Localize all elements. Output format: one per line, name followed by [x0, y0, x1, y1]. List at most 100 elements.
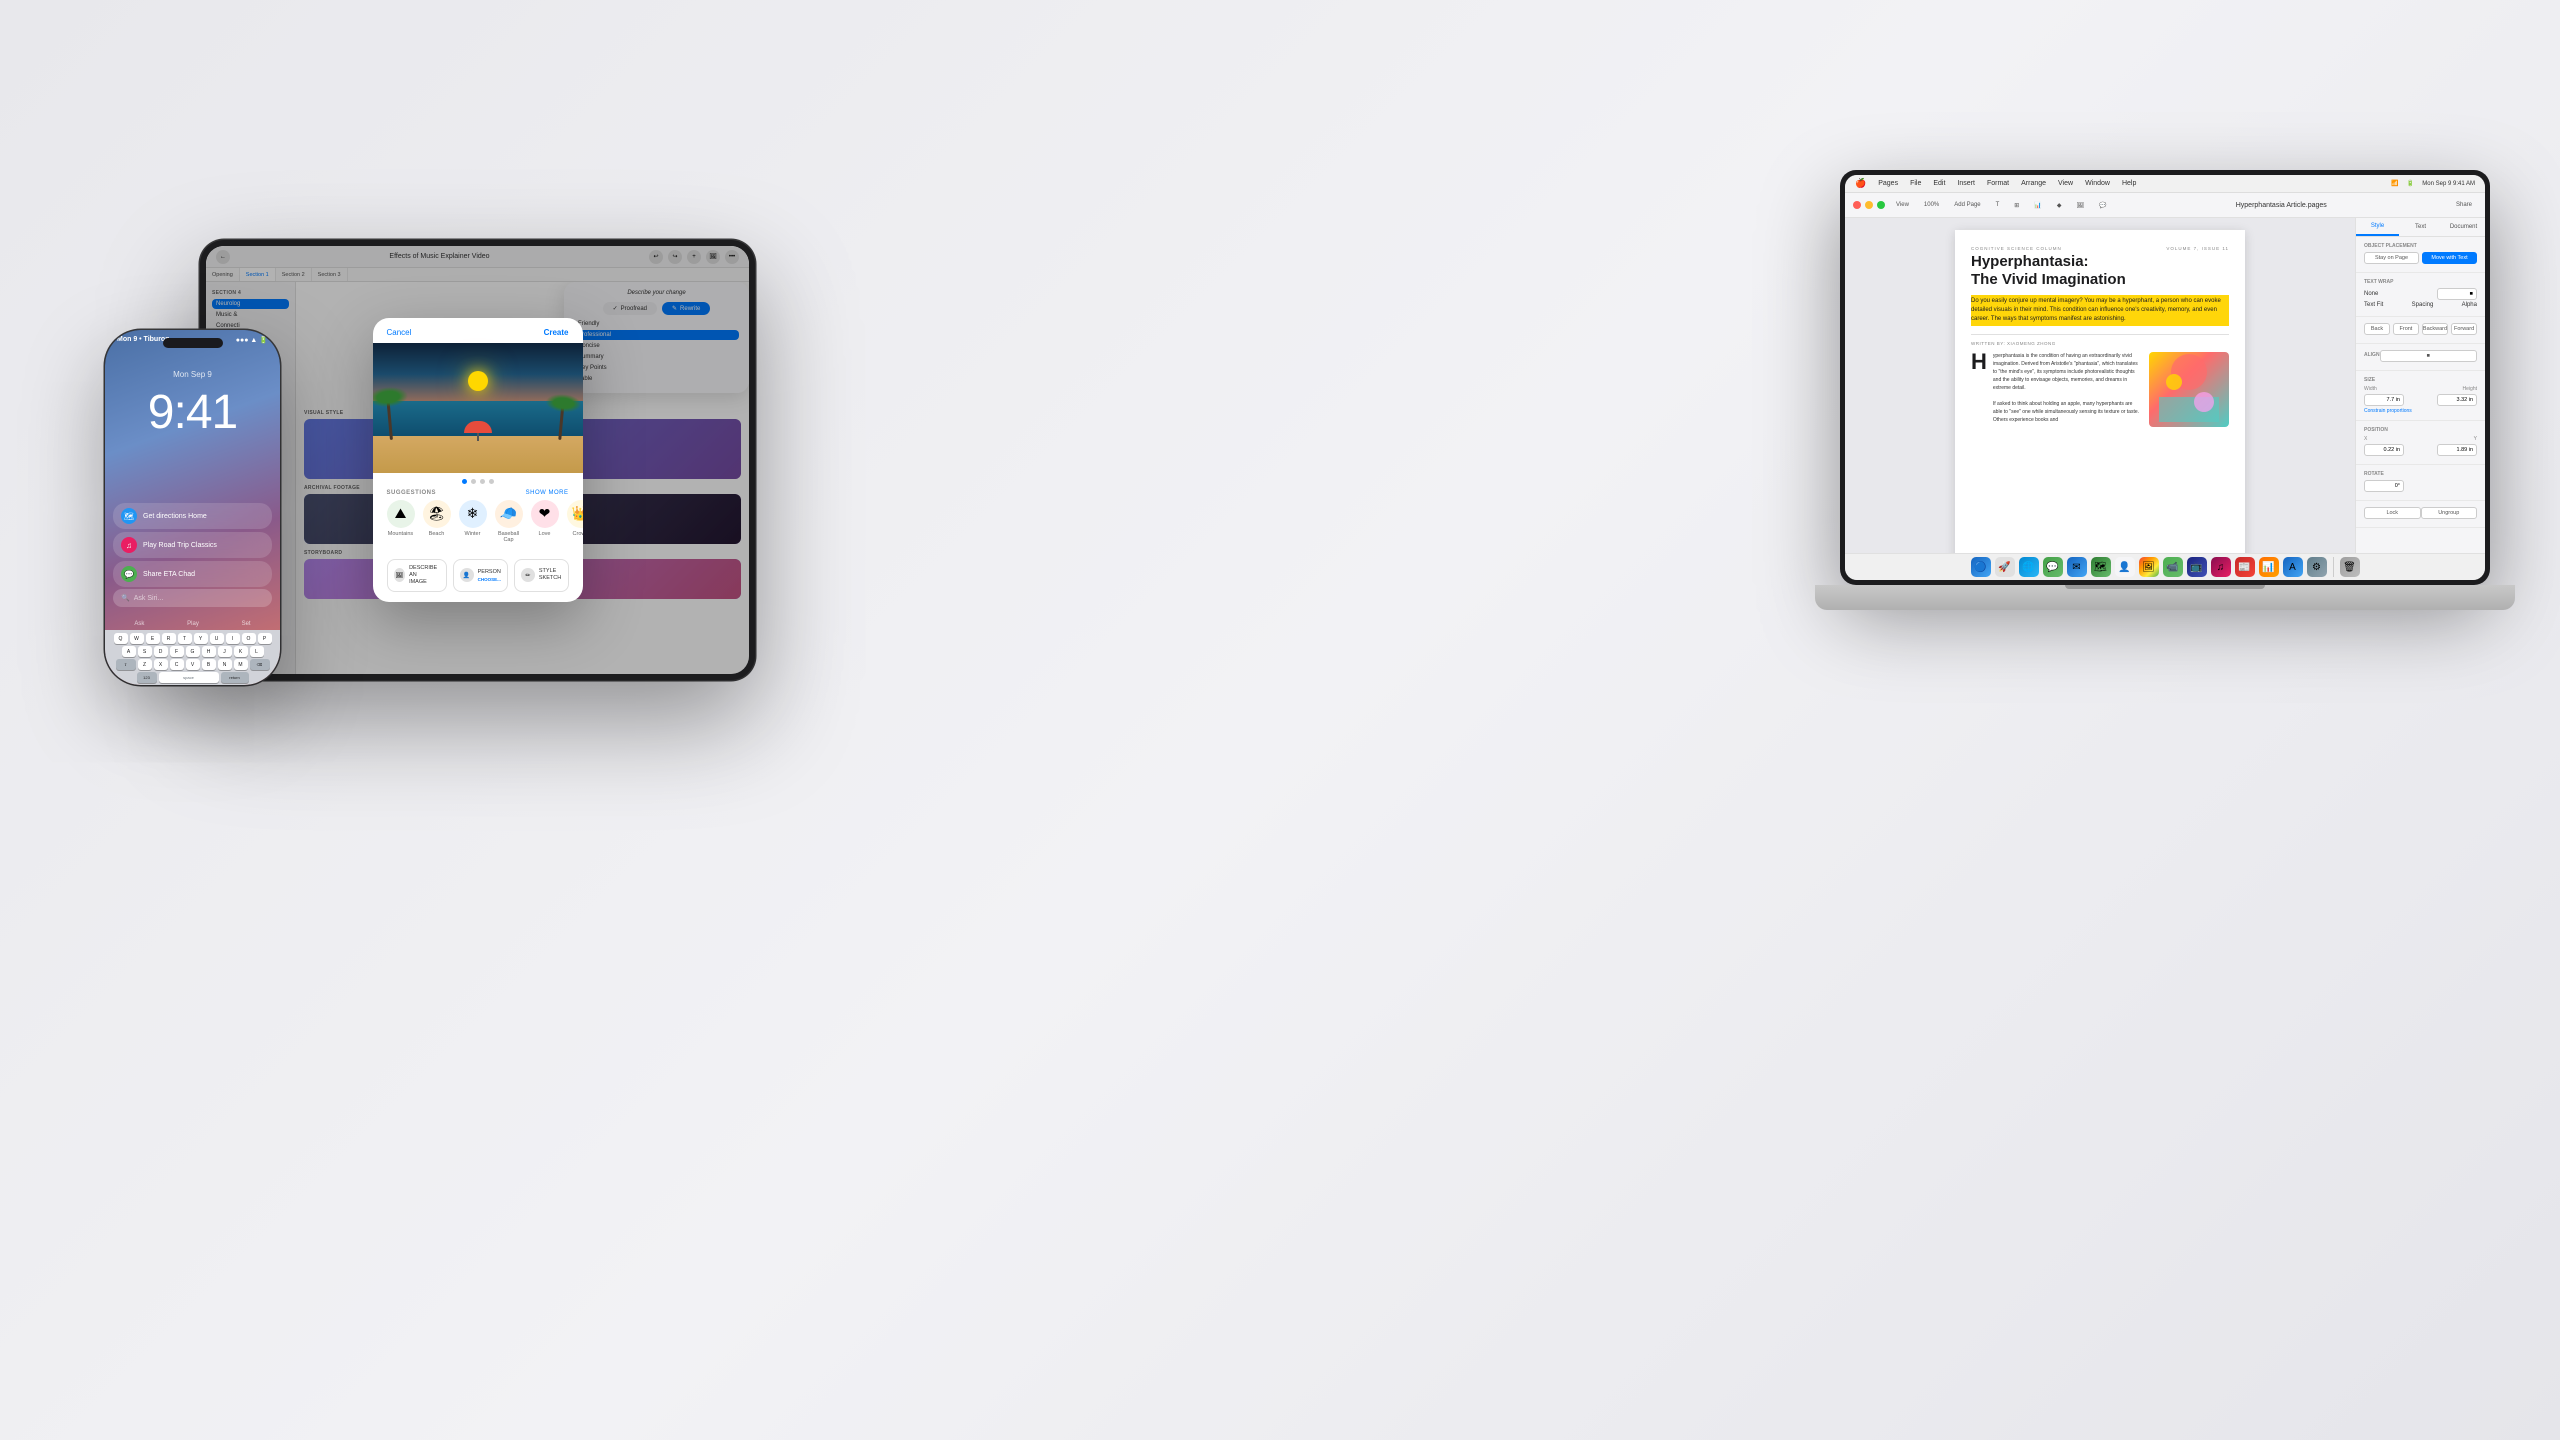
dock-safari[interactable]: 🌐	[2019, 557, 2039, 577]
dock-finder[interactable]: 🔵	[1971, 557, 1991, 577]
stay-on-page-btn[interactable]: Stay on Page	[2364, 252, 2419, 264]
pages-media-btn[interactable]: 🖼	[2071, 200, 2089, 211]
pages-comment-btn[interactable]: 💬	[2094, 200, 2111, 211]
width-input[interactable]: 7.7 in	[2364, 394, 2404, 406]
modal-dot-2[interactable]	[471, 479, 476, 484]
key-w[interactable]: W	[130, 633, 144, 644]
key-n[interactable]: N	[218, 659, 232, 670]
pages-addpage-btn[interactable]: Add Page	[1949, 200, 1985, 211]
menubar-help[interactable]: Help	[2122, 180, 2136, 187]
pages-zoom-btn[interactable]: 100%	[1919, 200, 1944, 211]
backward-btn[interactable]: Backward	[2422, 323, 2448, 335]
key-b[interactable]: B	[202, 659, 216, 670]
describe-image-btn[interactable]: 🖼 DESCRIBE AN IMAGE	[387, 559, 447, 592]
dock-contacts[interactable]: 👤	[2115, 557, 2135, 577]
menubar-file[interactable]: File	[1910, 180, 1921, 187]
show-more-btn[interactable]: SHOW MORE	[526, 490, 569, 496]
dock-trash[interactable]: 🗑	[2340, 557, 2360, 577]
key-u[interactable]: U	[210, 633, 224, 644]
key-d[interactable]: D	[154, 646, 168, 657]
chip-baseball[interactable]: 🧢 Baseball Cap	[495, 500, 523, 543]
style-sketch-btn[interactable]: ✏ STYLE SKETCH	[514, 559, 569, 592]
key-space[interactable]: space	[159, 672, 219, 683]
key-e[interactable]: E	[146, 633, 160, 644]
person-choose-btn[interactable]: 👤 PERSON CHOOSE...	[453, 559, 508, 592]
angle-input[interactable]: 0°	[2364, 480, 2404, 492]
apple-logo-icon[interactable]: 🍎	[1855, 178, 1866, 189]
modal-dot-4[interactable]	[489, 479, 494, 484]
pages-chart-btn[interactable]: 📊	[2029, 200, 2046, 211]
dock-settings[interactable]: ⚙	[2307, 557, 2327, 577]
dock-news[interactable]: 📰	[2235, 557, 2255, 577]
key-g[interactable]: G	[186, 646, 200, 657]
x-input[interactable]: 0.22 in	[2364, 444, 2404, 456]
menubar-insert[interactable]: Insert	[1957, 180, 1975, 187]
key-a[interactable]: A	[122, 646, 136, 657]
siri-suggestion-directions[interactable]: 🗺 Get directions Home	[113, 503, 272, 529]
key-q[interactable]: Q	[114, 633, 128, 644]
key-f[interactable]: F	[170, 646, 184, 657]
right-panel-tab-document[interactable]: Document	[2442, 218, 2485, 236]
y-input[interactable]: 1.89 in	[2437, 444, 2477, 456]
right-panel-tab-text[interactable]: Text	[2399, 218, 2442, 236]
pages-text-btn[interactable]: T	[1991, 200, 2005, 211]
key-m[interactable]: M	[234, 659, 248, 670]
modal-dot-3[interactable]	[480, 479, 485, 484]
maximize-window-btn[interactable]	[1877, 201, 1885, 209]
pages-table-btn[interactable]: ⊞	[2009, 200, 2024, 211]
key-s[interactable]: S	[138, 646, 152, 657]
close-window-btn[interactable]	[1853, 201, 1861, 209]
front-btn[interactable]: Front	[2393, 323, 2419, 335]
key-c[interactable]: C	[170, 659, 184, 670]
ipad-modal-cancel-btn[interactable]: Cancel	[387, 328, 412, 337]
key-delete[interactable]: ⌫	[250, 659, 270, 670]
key-k[interactable]: K	[234, 646, 248, 657]
dock-numbers[interactable]: 📊	[2259, 557, 2279, 577]
menubar-edit[interactable]: Edit	[1933, 180, 1945, 187]
key-shift[interactable]: ⇧	[116, 659, 136, 670]
ipad-modal-create-btn[interactable]: Create	[544, 328, 569, 337]
dock-facetime[interactable]: 📹	[2163, 557, 2183, 577]
key-h[interactable]: H	[202, 646, 216, 657]
ungroup-btn[interactable]: Ungroup	[2421, 507, 2478, 519]
pages-shape-btn[interactable]: ◆	[2052, 200, 2067, 211]
chip-beach[interactable]: 🏖 Beach	[423, 500, 451, 543]
pages-share-btn[interactable]: Share	[2451, 200, 2477, 210]
dock-tv[interactable]: 📺	[2187, 557, 2207, 577]
text-wrap-value[interactable]: ■	[2437, 288, 2477, 300]
chip-mountains[interactable]: ⛰ Mountains	[387, 500, 415, 543]
key-123[interactable]: 123	[137, 672, 157, 683]
key-j[interactable]: J	[218, 646, 232, 657]
key-return[interactable]: return	[221, 672, 249, 683]
dock-launchpad[interactable]: 🚀	[1995, 557, 2015, 577]
back-btn[interactable]: Back	[2364, 323, 2390, 335]
height-input[interactable]: 3.32 in	[2437, 394, 2477, 406]
menubar-arrange[interactable]: Arrange	[2021, 180, 2046, 187]
forward-btn[interactable]: Forward	[2451, 323, 2477, 335]
pages-view-btn[interactable]: View	[1891, 200, 1914, 211]
chip-winter[interactable]: ❄ Winter	[459, 500, 487, 543]
key-o[interactable]: O	[242, 633, 256, 644]
key-l[interactable]: L	[250, 646, 264, 657]
key-y[interactable]: Y	[194, 633, 208, 644]
dock-appstore[interactable]: A	[2283, 557, 2303, 577]
lock-btn[interactable]: Lock	[2364, 507, 2421, 519]
key-t[interactable]: T	[178, 633, 192, 644]
key-i[interactable]: I	[226, 633, 240, 644]
modal-dot-1[interactable]	[462, 479, 467, 484]
move-with-text-btn[interactable]: Move with Text	[2422, 252, 2477, 264]
dock-messages[interactable]: 💬	[2043, 557, 2063, 577]
chip-crown[interactable]: 👑 Crown	[567, 500, 583, 543]
key-z[interactable]: Z	[138, 659, 152, 670]
minimize-window-btn[interactable]	[1865, 201, 1873, 209]
dock-photos[interactable]: 🖼	[2139, 557, 2159, 577]
iphone-search-bar[interactable]: 🔍 Ask Siri...	[113, 589, 272, 607]
menubar-pages[interactable]: Pages	[1878, 180, 1898, 187]
menubar-window[interactable]: Window	[2085, 180, 2110, 187]
chip-love[interactable]: ❤ Love	[531, 500, 559, 543]
key-r[interactable]: R	[162, 633, 176, 644]
siri-suggestion-music[interactable]: ♫ Play Road Trip Classics	[113, 532, 272, 558]
align-value[interactable]: ■	[2380, 350, 2477, 362]
key-p[interactable]: P	[258, 633, 272, 644]
dock-maps[interactable]: 🗺	[2091, 557, 2111, 577]
